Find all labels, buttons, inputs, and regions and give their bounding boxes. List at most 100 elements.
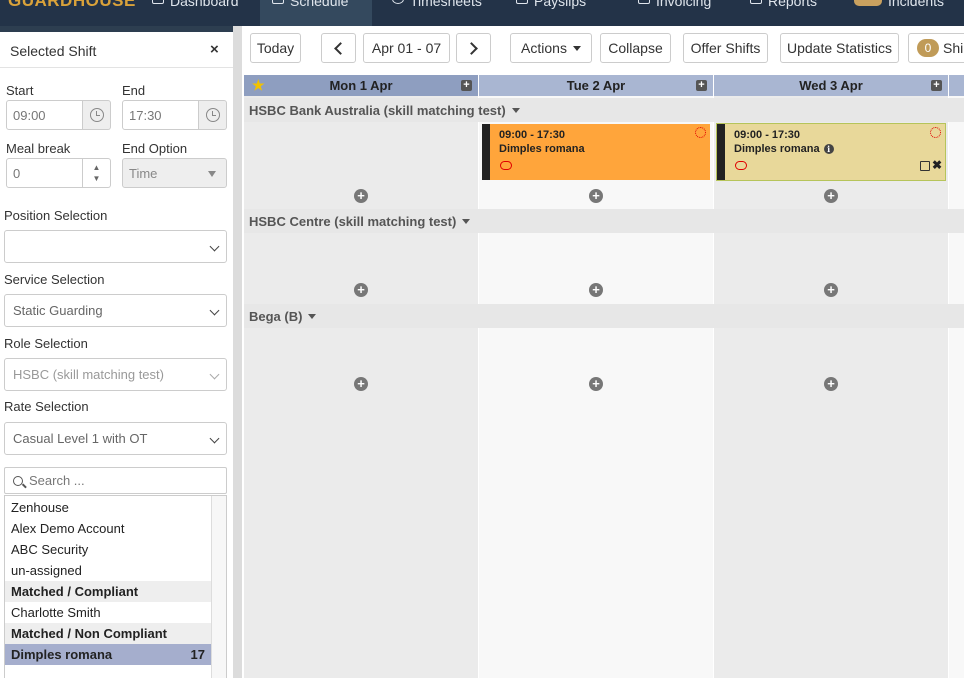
chevron-left-icon <box>334 41 347 55</box>
meal-break-label: Meal break <box>6 141 71 156</box>
add-shift-icon[interactable]: + <box>824 377 838 391</box>
end-option-value: Time <box>129 165 158 181</box>
today-button[interactable]: Today <box>250 33 301 63</box>
site-name: HSBC Bank Australia (skill matching test… <box>249 102 506 118</box>
add-shift-icon[interactable]: + <box>824 189 838 203</box>
service-select[interactable]: Static Guarding <box>4 294 227 327</box>
employee-list: Zenhouse Alex Demo Account ABC Security … <box>4 495 227 678</box>
update-statistics-button[interactable]: Update Statistics <box>780 33 899 63</box>
list-group-header: Matched / Non Compliant <box>5 623 213 644</box>
nav-reports[interactable]: Reports <box>738 0 829 26</box>
nav-payslips[interactable]: Payslips <box>504 0 598 26</box>
shifts-count-button[interactable]: 0 Shi <box>908 33 964 63</box>
panel-title: Selected Shift <box>10 43 97 59</box>
add-day-icon[interactable]: + <box>461 80 472 91</box>
caret-down-icon <box>308 313 317 319</box>
star-icon[interactable]: ★ <box>252 77 265 94</box>
end-option-label: End Option <box>122 141 188 156</box>
clock-icon <box>205 108 220 122</box>
meal-break-input[interactable]: 0 <box>6 158 83 188</box>
position-select[interactable] <box>4 230 227 263</box>
site-row[interactable]: HSBC Bank Australia (skill matching test… <box>244 98 964 122</box>
rate-value: Casual Level 1 with OT <box>13 431 148 446</box>
list-item[interactable]: ABC Security <box>5 539 213 560</box>
list-item-selected[interactable]: Dimples romana 17 <box>5 644 213 665</box>
meal-break-stepper[interactable]: ▲ ▼ <box>83 158 111 188</box>
add-shift-icon[interactable]: + <box>589 377 603 391</box>
alert-gear-icon[interactable] <box>695 127 706 138</box>
shift-card[interactable]: 09:00 - 17:30 Dimples romana <box>482 124 710 180</box>
site-row[interactable]: HSBC Centre (skill matching test) <box>244 209 964 233</box>
clock-icon <box>89 108 104 122</box>
add-shift-icon[interactable]: + <box>824 283 838 297</box>
nav-schedule[interactable]: Schedule <box>260 0 372 26</box>
caret-down-icon <box>511 107 520 113</box>
add-day-icon[interactable]: + <box>931 80 942 91</box>
end-label: End <box>122 83 146 98</box>
offer-shifts-button[interactable]: Offer Shifts <box>683 33 768 63</box>
dashboard-icon <box>152 0 164 4</box>
add-shift-icon[interactable]: + <box>589 283 603 297</box>
day-header-tue[interactable]: Tue 2 Apr + <box>479 75 713 96</box>
start-clock-button[interactable] <box>83 100 111 130</box>
end-clock-button[interactable] <box>199 100 227 130</box>
add-shift-icon[interactable]: + <box>354 377 368 391</box>
shifts-label: Shi <box>943 40 964 56</box>
calendar-icon <box>272 0 284 4</box>
top-navbar: GUARDHOUSE Dashboard Schedule Timesheets… <box>0 0 964 26</box>
prev-week-button[interactable] <box>321 33 356 63</box>
site-row[interactable]: Bega (B) <box>244 304 964 328</box>
nav-dashboard[interactable]: Dashboard <box>140 0 251 26</box>
shifts-count-badge: 0 <box>917 39 939 57</box>
comment-icon[interactable] <box>500 161 512 170</box>
nav-incidents[interactable]: Incidents <box>842 0 956 26</box>
list-item[interactable]: Alex Demo Account <box>5 518 213 539</box>
end-option-select[interactable]: Time <box>122 158 227 188</box>
add-shift-icon[interactable]: + <box>589 189 603 203</box>
info-icon[interactable]: i <box>823 144 834 154</box>
add-shift-icon[interactable]: + <box>354 283 368 297</box>
role-value: HSBC (skill matching test) <box>13 367 164 382</box>
list-scrollbar[interactable] <box>211 496 226 678</box>
service-value: Static Guarding <box>13 303 103 318</box>
brand-logo[interactable]: GUARDHOUSE <box>8 0 136 11</box>
shift-card[interactable]: 09:00 - 17:30 Dimples romana i ✖ <box>716 123 946 181</box>
stepper-down-icon[interactable]: ▼ <box>93 173 101 184</box>
next-week-button[interactable] <box>456 33 491 63</box>
chevron-down-icon <box>209 305 220 316</box>
employee-search-input[interactable]: Search ... <box>4 467 227 494</box>
start-time-input[interactable]: 09:00 <box>6 100 83 130</box>
stepper-up-icon[interactable]: ▲ <box>93 162 101 173</box>
add-day-icon[interactable]: + <box>696 80 707 91</box>
panel-divider[interactable] <box>233 26 242 678</box>
collapse-button[interactable]: Collapse <box>600 33 671 63</box>
incidents-badge <box>854 0 882 6</box>
day-header-wed[interactable]: Wed 3 Apr + <box>714 75 948 96</box>
close-icon[interactable]: × <box>210 41 219 58</box>
role-selection-label: Role Selection <box>4 336 88 351</box>
caret-down-icon <box>462 218 471 224</box>
add-shift-icon[interactable]: + <box>354 189 368 203</box>
end-time-input[interactable]: 17:30 <box>122 100 199 130</box>
list-item[interactable]: un-assigned <box>5 560 213 581</box>
clock-icon <box>392 0 404 4</box>
invoice-icon <box>638 0 650 4</box>
list-item[interactable]: Zenhouse <box>5 497 213 518</box>
copy-icon[interactable] <box>920 161 930 171</box>
rate-select[interactable]: Casual Level 1 with OT <box>4 422 227 455</box>
comment-icon[interactable] <box>735 161 747 170</box>
date-range-button[interactable]: Apr 01 - 07 <box>363 33 450 63</box>
actions-dropdown[interactable]: Actions <box>510 33 592 63</box>
selected-shift-panel: Selected Shift × Start 09:00 End 17:30 M… <box>0 32 233 678</box>
chevron-down-icon <box>209 369 220 380</box>
panel-header: Selected Shift × <box>0 32 233 68</box>
role-select[interactable]: HSBC (skill matching test) <box>4 358 227 391</box>
nav-invoicing[interactable]: Invoicing <box>626 0 723 26</box>
day-header-label: Mon 1 Apr <box>329 78 393 93</box>
day-header-mon[interactable]: ★ Mon 1 Apr + <box>244 75 478 96</box>
list-item[interactable]: Charlotte Smith <box>5 602 213 623</box>
alert-gear-icon[interactable] <box>930 127 941 138</box>
delete-icon[interactable]: ✖ <box>932 158 942 172</box>
search-placeholder: Search ... <box>29 473 85 488</box>
nav-timesheets[interactable]: Timesheets <box>380 0 494 26</box>
